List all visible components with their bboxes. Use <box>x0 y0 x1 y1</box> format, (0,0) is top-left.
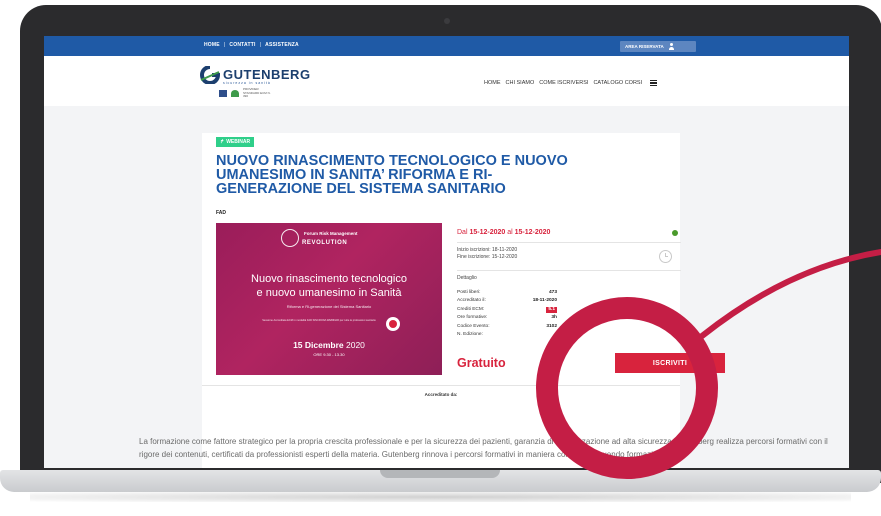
top-nav: HOME | CONTATTI | ASSISTENZA <box>204 42 299 48</box>
top-nav-assistenza[interactable]: ASSISTENZA <box>265 42 299 48</box>
banner-subtitle: Riforma e Ri-generazione del Sistema San… <box>286 304 372 309</box>
logo-text: GUTENBERG <box>223 67 311 82</box>
nav-home[interactable]: HOME <box>484 80 501 86</box>
webinar-arrow-icon: ↱ <box>220 139 225 145</box>
top-nav-home[interactable]: HOME <box>204 42 220 48</box>
detail-row: Accreditato il: 18-11-2020 <box>457 298 557 304</box>
nav-chi-siamo[interactable]: CHI SIAMO <box>506 80 535 86</box>
course-banner: Forum Risk Management REVOLUTION Nuovo r… <box>216 223 442 375</box>
logo-tagline: sicurezza in sanità <box>223 81 271 85</box>
forum-logo-icon <box>281 229 299 247</box>
laptop-notch <box>380 470 500 478</box>
area-riservata-label: AREA RISERVATA <box>625 44 664 49</box>
course-type: FAD <box>216 210 226 216</box>
clock-icon <box>659 250 672 263</box>
main-nav: HOME CHI SIAMO COME ISCRIVERSI CATALOGO … <box>484 80 658 86</box>
registration-period: Inizio iscrizioni: 18-11-2020 Fine iscri… <box>457 247 518 260</box>
detail-row: Codice Evento: 3102 <box>457 323 557 329</box>
ecm-seal-icon <box>386 317 400 331</box>
area-riservata-button[interactable]: AREA RISERVATA <box>620 41 696 52</box>
banner-date: 15 Dicembre 2020 <box>293 340 365 350</box>
nav-come-iscriversi[interactable]: COME ISCRIVERSI <box>539 80 588 86</box>
course-title: NUOVO RINASCIMENTO TECNOLOGICO E NUOVO U… <box>216 153 568 197</box>
top-bar: HOME | CONTATTI | ASSISTENZA AREA RISERV… <box>44 36 849 56</box>
banner-small-print: Sessione Accreditata ECM in modalità FAD… <box>262 319 376 322</box>
page: HOME | CONTATTI | ASSISTENZA AREA RISERV… <box>0 0 881 516</box>
detail-row: Crediti ECM: 5.1 <box>457 306 557 314</box>
iscriviti-button[interactable]: ISCRIVITI <box>615 353 725 373</box>
details-list: Posti liberi: 473 Accreditato il: 18-11-20… <box>457 290 557 340</box>
laptop-shadow <box>30 492 851 502</box>
course-card: ↱ WEBINAR NUOVO RINASCIMENTO TECNOLOGICO… <box>202 133 725 468</box>
user-icon <box>668 43 675 50</box>
logo-badges: PROVIDER STANDARD ECM N. 390 <box>219 87 273 99</box>
banner-logo-title: Forum Risk Management <box>304 231 358 236</box>
site-header: GUTENBERG sicurezza in sanità PROVIDER S… <box>44 56 849 106</box>
details-title: Dettaglio <box>457 275 477 281</box>
menu-icon[interactable] <box>650 80 658 86</box>
accreditato-label: Accreditato da: <box>424 392 458 397</box>
provider-badge-text: PROVIDER STANDARD ECM N. 390 <box>243 87 271 98</box>
detail-row: Ore formative: 3h <box>457 315 557 321</box>
price-label: Gratuito <box>457 356 506 370</box>
logo-mark-icon <box>200 66 221 84</box>
divider <box>457 270 681 271</box>
ministry-badge-icon <box>219 89 227 97</box>
laptop-screen: HOME | CONTATTI | ASSISTENZA AREA RISERV… <box>44 36 849 468</box>
nav-catalogo-corsi[interactable]: CATALOGO CORSI <box>593 80 642 86</box>
top-nav-contatti[interactable]: CONTATTI <box>229 42 255 48</box>
intro-paragraph: La formazione come fattore strategico pe… <box>139 437 828 459</box>
webinar-badge: ↱ WEBINAR <box>216 137 255 147</box>
camera-icon <box>444 18 450 24</box>
logo[interactable]: GUTENBERG sicurezza in sanità PROVIDER S… <box>199 64 329 100</box>
divider <box>202 385 680 386</box>
banner-headline: Nuovo rinascimento tecnologico e nuovo u… <box>251 273 407 299</box>
divider <box>457 242 681 243</box>
ecm-badge-icon <box>231 89 239 97</box>
course-dates: Dal 15-12-2020 al 15-12-2020 <box>457 229 551 236</box>
detail-row: N. Edizione: <box>457 331 483 337</box>
status-dot-icon <box>672 230 678 236</box>
banner-time: ORE 9.30 - 13.30 <box>313 352 345 357</box>
banner-logo-word: REVOLUTION <box>302 240 348 246</box>
